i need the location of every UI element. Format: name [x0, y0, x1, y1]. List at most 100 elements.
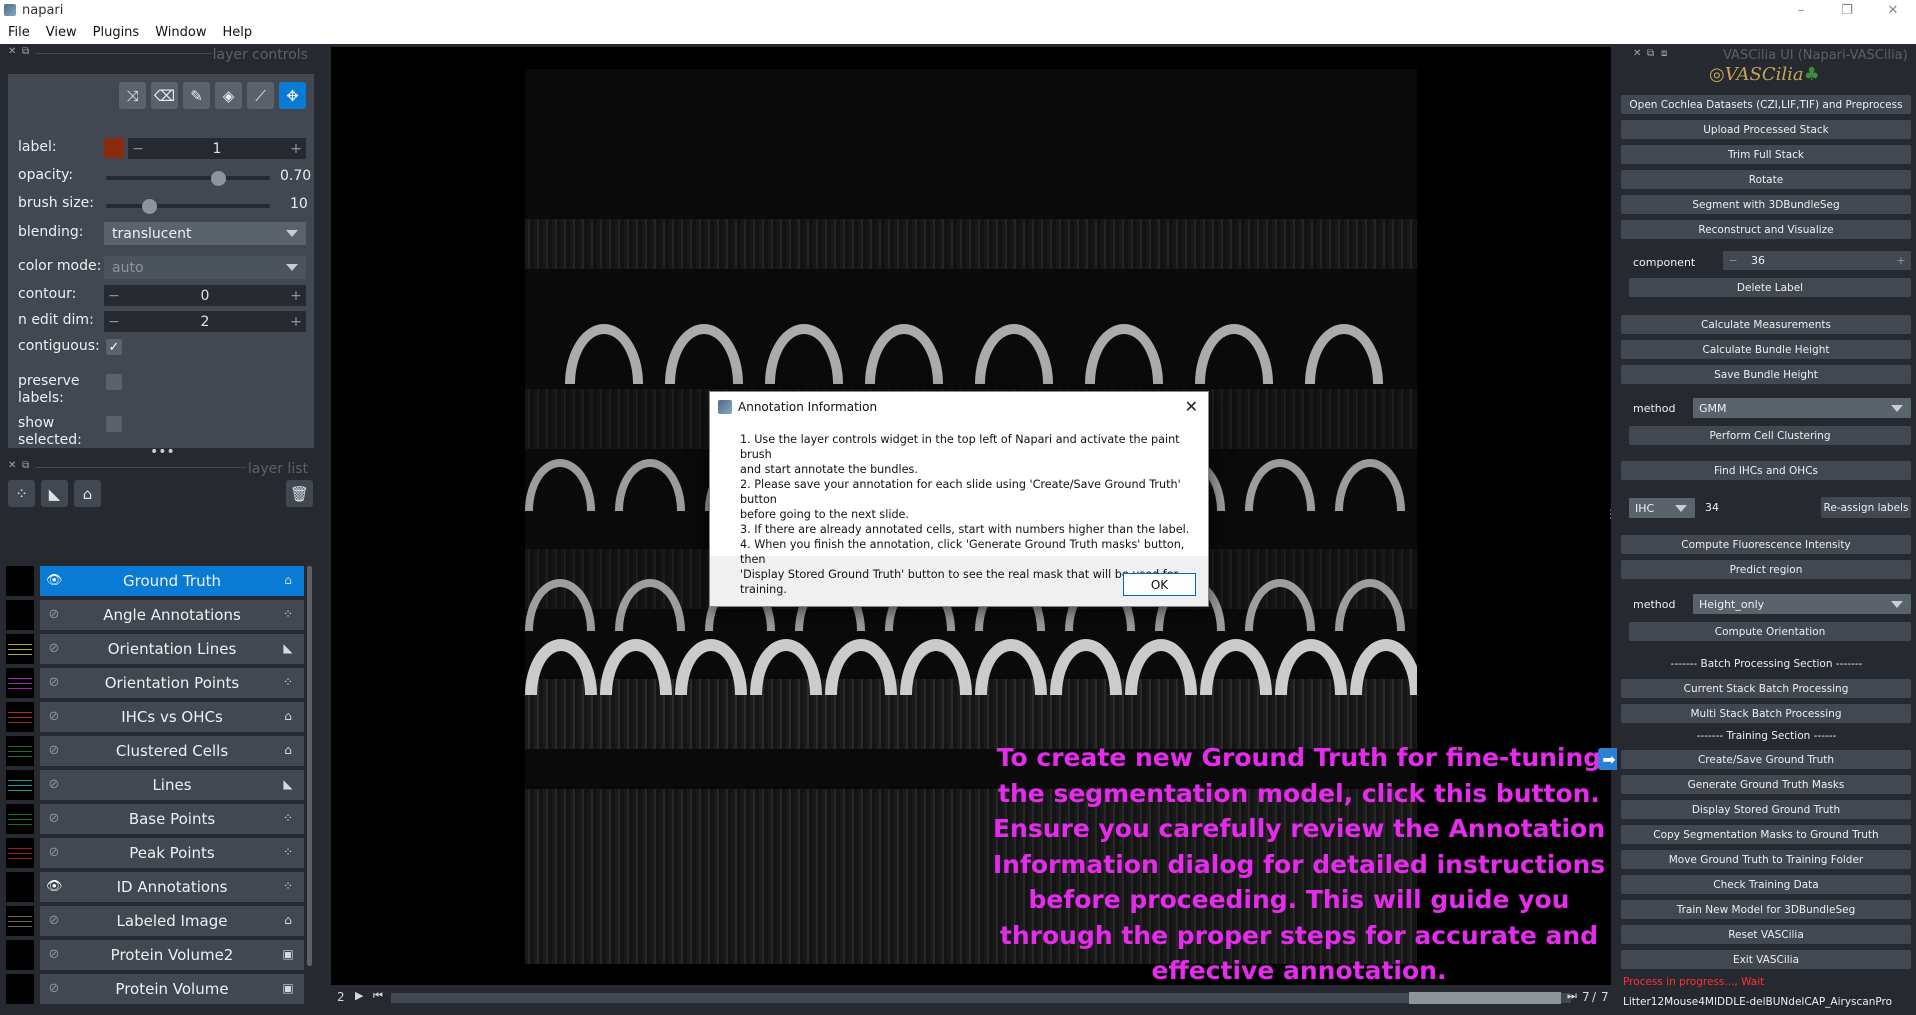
visibility-eye-icon[interactable]: ⊘ — [46, 777, 62, 793]
brush-size-slider[interactable] — [106, 204, 270, 208]
dock-close-icon[interactable]: ✕ — [8, 46, 16, 57]
pan-zoom-icon[interactable]: ✥ — [279, 82, 306, 109]
trim-stack-button[interactable]: Trim Full Stack — [1621, 145, 1911, 164]
layer-row[interactable]: ⊘ IHCs vs OHCs ⌂ — [6, 702, 304, 732]
reset-vascilia-button[interactable]: Reset VASCilia — [1621, 925, 1911, 944]
contour-spinbox[interactable]: − 0 + — [104, 285, 306, 306]
delete-layer-icon[interactable]: 🗑 — [286, 480, 313, 507]
layer-row[interactable]: ⊘ Protein Volume ▣ — [6, 974, 304, 1004]
new-labels-layer-icon[interactable]: ⌂ — [74, 480, 101, 507]
label-spinbox[interactable]: − 1 + — [128, 138, 306, 159]
n-edit-dim-spinbox[interactable]: − 2 + — [104, 311, 306, 332]
method-select-2[interactable]: Height_only — [1693, 594, 1911, 614]
move-ground-truth-button[interactable]: Move Ground Truth to Training Folder — [1621, 850, 1911, 869]
layer-name[interactable]: Orientation Points — [70, 674, 274, 692]
layer-name[interactable]: Base Points — [70, 810, 274, 828]
layer-name[interactable]: Angle Annotations — [70, 606, 274, 624]
menu-file[interactable]: File — [0, 25, 38, 40]
visibility-eye-icon[interactable]: ⊘ — [46, 811, 62, 827]
layer-body[interactable]: ⊘ Labeled Image ⌂ — [40, 906, 304, 936]
visibility-eye-icon[interactable]: ⊘ — [46, 709, 62, 725]
contiguous-checkbox[interactable]: ✓ — [106, 339, 122, 355]
generate-ground-truth-masks-button[interactable]: Generate Ground Truth Masks — [1621, 775, 1911, 794]
dock-hide-icon[interactable]: ⧉ — [1647, 48, 1654, 59]
layer-row[interactable]: ⊘ Orientation Lines ◣ — [6, 634, 304, 664]
component-decrement[interactable]: − — [1723, 254, 1743, 267]
layer-body[interactable]: ⊘ Clustered Cells ⌂ — [40, 736, 304, 766]
layer-row[interactable]: ⊘ Clustered Cells ⌂ — [6, 736, 304, 766]
component-increment[interactable]: + — [1891, 254, 1911, 267]
ok-button[interactable]: OK — [1123, 573, 1196, 596]
label-color-swatch[interactable] — [104, 138, 124, 158]
menu-view[interactable]: View — [38, 25, 85, 40]
layer-row[interactable]: ⊘ Base Points ⁘ — [6, 804, 304, 834]
dims-slider-track[interactable] — [391, 993, 1571, 1003]
opacity-slider-thumb[interactable] — [211, 171, 226, 186]
layer-body[interactable]: ⊘ Orientation Points ⁘ — [40, 668, 304, 698]
layer-name[interactable]: Labeled Image — [70, 912, 274, 930]
find-ihcs-ohcs-button[interactable]: Find IHCs and OHCs — [1621, 461, 1911, 480]
layer-row[interactable]: 👁 Ground Truth ⌂ — [6, 566, 304, 596]
layer-body[interactable]: ⊘ Orientation Lines ◣ — [40, 634, 304, 664]
component-spinbox[interactable]: −36 + — [1723, 251, 1911, 270]
layer-name[interactable]: ID Annotations — [70, 878, 274, 896]
rotate-button[interactable]: Rotate — [1621, 170, 1911, 189]
label-increment[interactable]: + — [286, 141, 306, 157]
layer-row[interactable]: ⊘ Angle Annotations ⁘ — [6, 600, 304, 630]
segment-button[interactable]: Segment with 3DBundleSeg — [1621, 195, 1911, 214]
layer-body[interactable]: ⊘ IHCs vs OHCs ⌂ — [40, 702, 304, 732]
calculate-bundle-height-button[interactable]: Calculate Bundle Height — [1621, 340, 1911, 359]
train-new-model-button[interactable]: Train New Model for 3DBundleSeg — [1621, 900, 1911, 919]
display-stored-ground-truth-button[interactable]: Display Stored Ground Truth — [1621, 800, 1911, 819]
close-window-button[interactable]: ✕ — [1870, 0, 1916, 20]
fill-bucket-icon[interactable]: ◈ — [215, 82, 242, 109]
predict-region-button[interactable]: Predict region — [1621, 560, 1911, 579]
layer-name[interactable]: Protein Volume — [70, 980, 274, 998]
layer-name[interactable]: Lines — [70, 776, 274, 794]
layer-body[interactable]: 👁 ID Annotations ⁘ — [40, 872, 304, 902]
n-edit-dim-increment[interactable]: + — [286, 314, 306, 330]
visibility-eye-icon[interactable]: ⊘ — [46, 845, 62, 861]
create-save-ground-truth-button[interactable]: Create/Save Ground Truth — [1621, 750, 1911, 769]
color-mode-select[interactable]: auto — [104, 256, 306, 279]
layer-body[interactable]: ⊘ Peak Points ⁘ — [40, 838, 304, 868]
perform-cell-clustering-button[interactable]: Perform Cell Clustering — [1629, 426, 1911, 445]
open-datasets-button[interactable]: Open Cochlea Datasets (CZI,LIF,TIF) and … — [1621, 95, 1911, 114]
save-bundle-height-button[interactable]: Save Bundle Height — [1621, 365, 1911, 384]
layer-body[interactable]: ⊘ Protein Volume2 ▣ — [40, 940, 304, 970]
paint-brush-icon[interactable]: ✎ — [183, 82, 210, 109]
play-icon[interactable]: ▶ — [355, 989, 363, 1002]
visibility-eye-icon[interactable]: ⊘ — [46, 743, 62, 759]
layer-name[interactable]: Protein Volume2 — [70, 946, 274, 964]
layer-body[interactable]: ⊘ Angle Annotations ⁘ — [40, 600, 304, 630]
shuffle-colors-icon[interactable]: ⤨ — [119, 82, 146, 109]
layer-body[interactable]: 👁 Ground Truth ⌂ — [40, 566, 304, 596]
new-shapes-layer-icon[interactable]: ◣ — [41, 480, 68, 507]
visibility-eye-icon[interactable]: 👁 — [46, 573, 63, 589]
layer-row[interactable]: 👁 ID Annotations ⁘ — [6, 872, 304, 902]
blending-select[interactable]: translucent — [104, 222, 306, 245]
brush-size-slider-thumb[interactable] — [142, 199, 157, 214]
layer-row[interactable]: ⊘ Peak Points ⁘ — [6, 838, 304, 868]
maximize-button[interactable]: ❐ — [1824, 0, 1870, 20]
preserve-labels-checkbox[interactable] — [106, 374, 122, 390]
layer-name[interactable]: Ground Truth — [70, 572, 274, 590]
step-back-icon[interactable]: ⏮ — [373, 989, 383, 1003]
n-edit-dim-decrement[interactable]: − — [104, 314, 124, 330]
layer-body[interactable]: ⊘ Base Points ⁘ — [40, 804, 304, 834]
dock-float-icon[interactable]: ⧉ — [22, 460, 29, 471]
layer-row[interactable]: ⊘ Labeled Image ⌂ — [6, 906, 304, 936]
dock-close-icon[interactable]: ✕ — [1633, 48, 1641, 59]
re-assign-labels-button[interactable]: Re-assign labels — [1821, 497, 1911, 518]
layer-name[interactable]: Orientation Lines — [70, 640, 274, 658]
eraser-icon[interactable]: ⌫ — [151, 82, 178, 109]
multi-stack-batch-button[interactable]: Multi Stack Batch Processing — [1621, 704, 1911, 723]
layer-row[interactable]: ⊘ Protein Volume2 ▣ — [6, 940, 304, 970]
calculate-measurements-button[interactable]: Calculate Measurements — [1621, 315, 1911, 334]
dock-float-icon[interactable]: ⧈ — [1661, 48, 1667, 59]
compute-orientation-button[interactable]: Compute Orientation — [1629, 622, 1911, 641]
ihc-number-input[interactable]: 34 — [1699, 498, 1799, 517]
menu-window[interactable]: Window — [147, 25, 214, 40]
dims-slider-thumb[interactable] — [1409, 992, 1561, 1004]
copy-segmentation-masks-button[interactable]: Copy Segmentation Masks to Ground Truth — [1621, 825, 1911, 844]
